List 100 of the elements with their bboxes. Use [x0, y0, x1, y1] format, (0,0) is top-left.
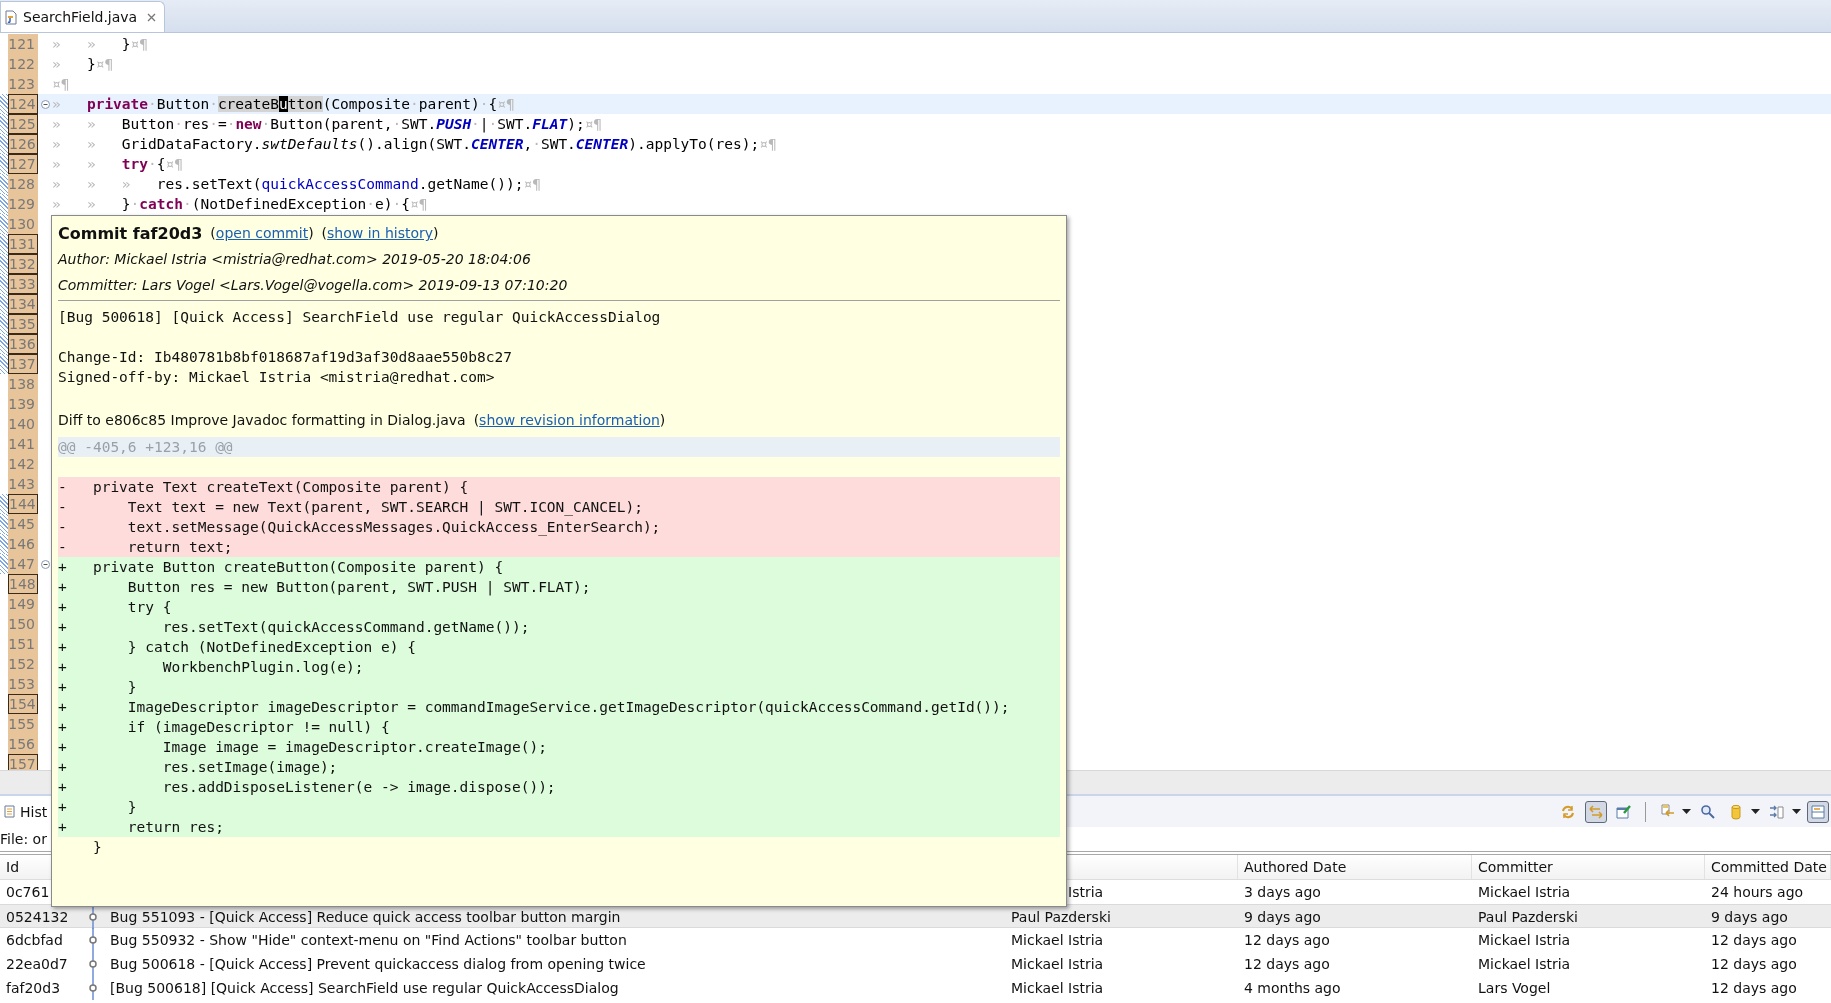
collapse-icon[interactable]: [40, 99, 50, 109]
table-cell-text: 12 days ago: [1710, 980, 1798, 996]
popup-link[interactable]: open commit: [215, 225, 309, 241]
table-cell-text: 12 days ago: [1710, 932, 1798, 948]
table-cell-text: 24 hours ago: [1710, 884, 1805, 900]
table-cell-text: Mickael Istria: [1477, 956, 1572, 972]
line-number: 146: [8, 534, 38, 554]
java-file-icon: [5, 9, 17, 25]
line-number: 136: [8, 334, 38, 354]
table-cell-text: 6dcbfad: [5, 932, 64, 948]
line-number: 138: [8, 374, 38, 394]
line-number: 150: [8, 614, 38, 634]
link-text: (open commit): [210, 225, 314, 241]
close-icon[interactable]: [147, 12, 157, 22]
committer-line: Committer: Lars Vogel <Lars.Vogel@vogella.com> 2019-09-13 07:10:20: [58, 276, 569, 295]
line-number: 121: [8, 34, 38, 54]
line-number: 149: [8, 594, 38, 614]
line-number: 142: [8, 454, 38, 474]
layout-icon[interactable]: [1807, 800, 1829, 823]
table-cell-text: 0524132: [5, 909, 70, 925]
line-number: 147: [8, 554, 38, 574]
code-line: » » » res.setText(quickAccessCommand.getName());¤¶: [52, 175, 541, 194]
link-text: (show in history): [321, 225, 439, 241]
table-cell: Paul Pazderski: [1011, 909, 1111, 925]
table-cell-text: Lars Vogel: [1477, 980, 1552, 996]
commit-message-line: [Bug 500618] [Quick Access] SearchField use regular QuickAccessDialog: [58, 308, 662, 327]
line-number: 131: [8, 234, 38, 254]
code-line: » » try·{¤¶: [52, 155, 183, 174]
hunk-header: @@ -405,6 +123,16 @@: [58, 437, 1060, 457]
line-number: 124: [8, 94, 38, 114]
line-number: 129: [8, 194, 38, 214]
line-number: 141: [8, 434, 38, 454]
table-cell: Mickael Istria: [1011, 932, 1104, 948]
column-header[interactable]: Authored Date: [1238, 855, 1472, 879]
caret-icon[interactable]: [1751, 809, 1760, 814]
popup-link[interactable]: show revision information: [479, 412, 660, 428]
table-cell-text: 0c761: [5, 884, 51, 900]
line-number: 154: [8, 694, 38, 714]
file-label: File: or: [0, 831, 47, 847]
code-line: » » Button·res·=·new·Button(parent,·SWT.PUSH·|·SWT.FLAT);¤¶: [52, 115, 603, 134]
table-cell-text: 9 days ago: [1243, 909, 1322, 925]
code-line: » » }¤¶: [52, 35, 149, 54]
table-cell: Istria: [1068, 884, 1104, 900]
commit-message-line: Change-Id: Ib480781b8bf018687af19d3af30d8aae550b8c27: [58, 348, 513, 367]
table-cell: Bug 551093 - [Quick Access] Reduce quick access toolbar button margin: [110, 909, 621, 925]
line-number: 145: [8, 514, 38, 534]
line-number: 132: [8, 254, 38, 274]
table-cell-text: Mickael Istria: [1477, 932, 1572, 948]
line-number: 152: [8, 654, 38, 674]
line-number: 128: [8, 174, 38, 194]
table-cell-text: Mickael Istria: [1477, 884, 1572, 900]
commit-title: Commit faf20d3: [58, 223, 203, 243]
author-line: Author: Mickael Istria <mistria@redhat.com> 2019-05-20 18:04:06: [58, 250, 532, 269]
column-header[interactable]: Committer: [1472, 855, 1705, 879]
table-cell-text: 12 days ago: [1710, 956, 1798, 972]
history-tab[interactable]: Hist: [0, 796, 52, 827]
table-cell: Mickael Istria: [1011, 956, 1104, 972]
history-icon: [4, 805, 15, 818]
line-number: 139: [8, 394, 38, 414]
line-number: 155: [8, 714, 38, 734]
code-line: ¤¶: [52, 75, 70, 94]
table-cell: [Bug 500618] [Quick Access] SearchField use regular QuickAccessDialog: [110, 980, 619, 996]
code-line: » » GridDataFactory.swtDefaults().align(SWT.CENTER,·SWT.CENTER).applyTo(res);¤¶: [52, 135, 777, 154]
line-number: 144: [8, 494, 38, 514]
table-cell: Bug 500618 - [Quick Access] Prevent quickaccess dialog from opening twice: [110, 956, 646, 972]
column-header[interactable]: Committed Date: [1705, 855, 1831, 879]
table-cell: Bug 550932 - Show "Hide" context-menu on "Find Actions" toolbar button: [110, 932, 627, 948]
link-text: (show revision information): [473, 412, 666, 428]
diff-heading: Diff to e806c85 Improve Javadoc formatting in Dialog.java: [58, 412, 466, 428]
code-line: » }¤¶: [52, 55, 114, 74]
code-line: » » }·catch·(NotDefinedException·e)·{¤¶: [52, 195, 428, 214]
table-cell-text: 22ea0d7: [5, 956, 69, 972]
selected-row[interactable]: 0524132 Bug 551093 - [Quick Access] Reduce quick access toolbar button margin Paul Pazderski 9 days ago Paul Pazderski 9 days ago: [0, 904, 1831, 928]
editor-tab[interactable]: SearchField.java: [0, 1, 166, 32]
table-cell: Mickael Istria: [1011, 980, 1104, 996]
caret-icon[interactable]: [1682, 809, 1691, 814]
line-number: 127: [8, 154, 38, 174]
commit-message-line: Signed-off-by: Mickael Istria <mistria@redhat.com>: [58, 368, 496, 387]
diff-line: }: [91, 838, 103, 857]
line-number: 153: [8, 674, 38, 694]
collapse-icon[interactable]: [40, 559, 50, 569]
line-number: 156: [8, 734, 38, 754]
line-number: 135: [8, 314, 38, 334]
line-number: 143: [8, 474, 38, 494]
caret-icon[interactable]: [1792, 809, 1801, 814]
line-number: 130: [8, 214, 38, 234]
line-number: 157: [8, 754, 38, 770]
table-cell-text: faf20d3: [5, 980, 62, 996]
line-number: 140: [8, 414, 38, 434]
popup-link[interactable]: show in history: [327, 225, 434, 241]
line-number: 123: [8, 74, 38, 94]
table-cell-text: 4 months ago: [1243, 980, 1342, 996]
line-number: 126: [8, 134, 38, 154]
line-number: 148: [8, 574, 38, 594]
link-icon[interactable]: [1585, 800, 1607, 823]
table-cell-text: 12 days ago: [1243, 956, 1331, 972]
line-number: 122: [8, 54, 38, 74]
table-cell-text: 3 days ago: [1243, 884, 1322, 900]
line-number: 137: [8, 354, 38, 374]
table-cell-text: Paul Pazderski: [1477, 909, 1579, 925]
